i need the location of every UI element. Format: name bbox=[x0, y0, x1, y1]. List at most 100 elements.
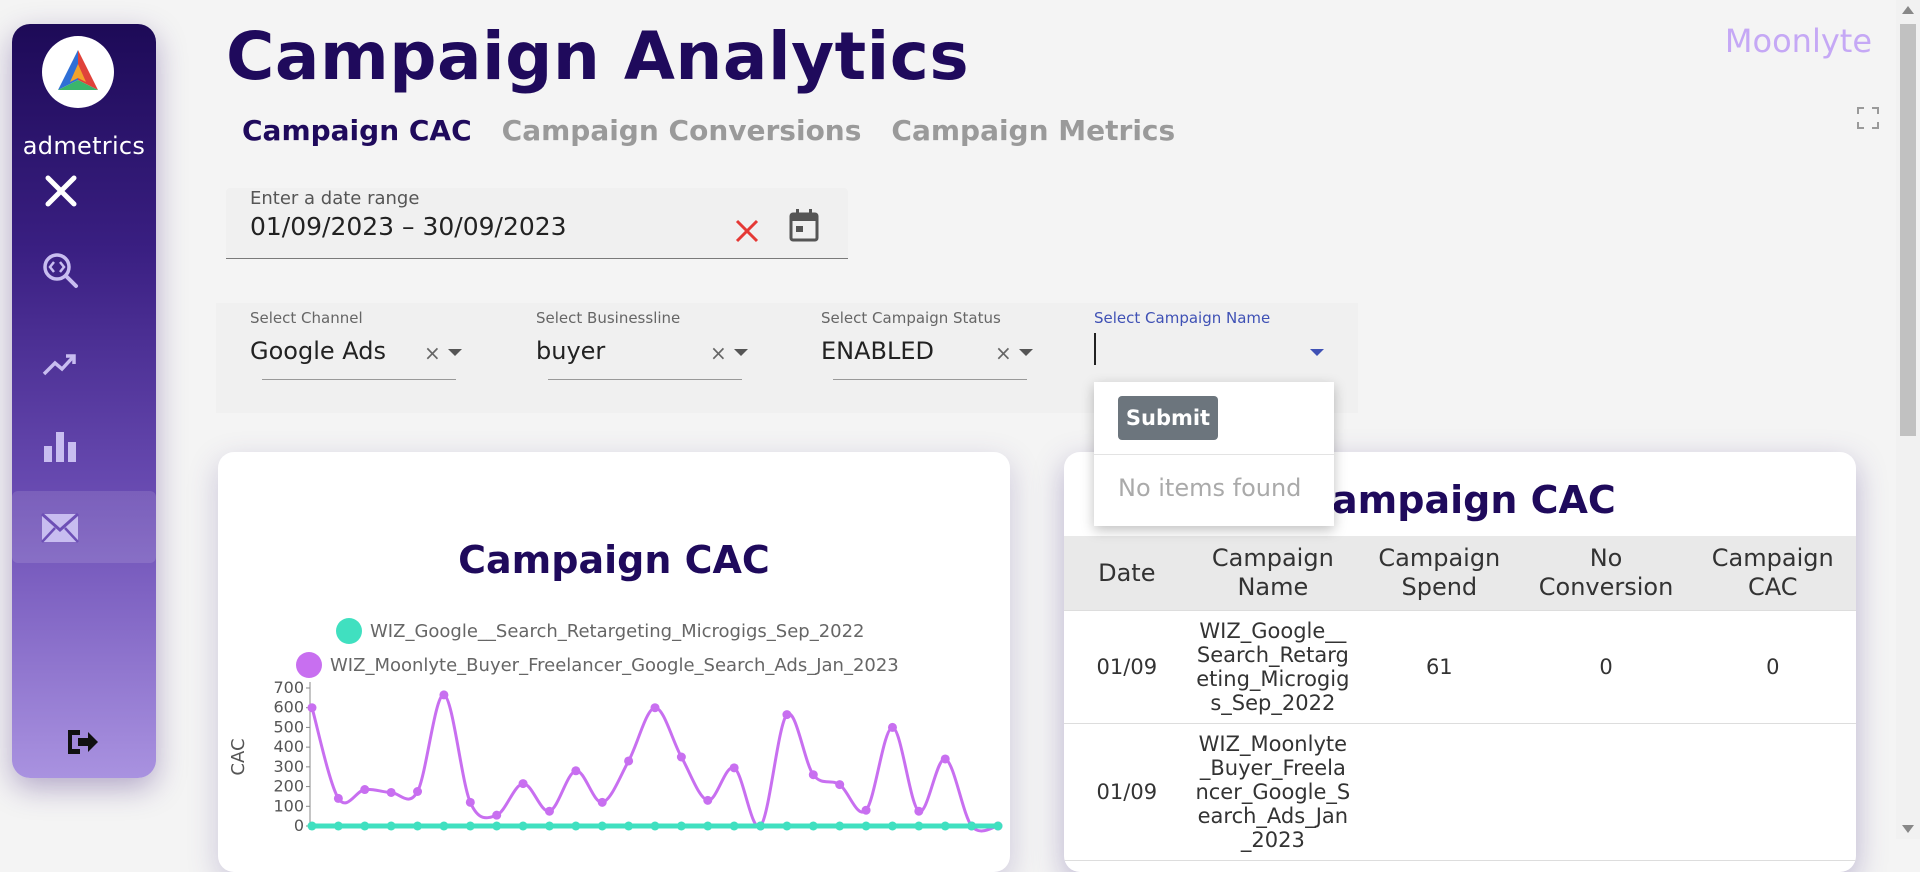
data-point-series-2 bbox=[360, 785, 370, 795]
businessline-chevron-down-icon[interactable] bbox=[734, 349, 748, 356]
mail-icon[interactable] bbox=[40, 508, 80, 548]
tab-bar: Campaign CAC Campaign Conversions Campai… bbox=[242, 114, 1175, 147]
y-tick-label: 700 bbox=[273, 678, 304, 697]
data-point-series-2 bbox=[782, 710, 792, 720]
tab-campaign-metrics[interactable]: Campaign Metrics bbox=[891, 114, 1175, 147]
data-point-series-1 bbox=[307, 821, 317, 831]
data-point-series-2 bbox=[703, 795, 713, 805]
data-point-series-1 bbox=[624, 821, 634, 831]
data-point-series-1 bbox=[597, 821, 607, 831]
channel-value[interactable]: Google Ads bbox=[250, 337, 386, 365]
cell-campaign-name: WIZ_Google__Search_Retargeting_Microgigs… bbox=[1189, 610, 1357, 724]
data-point-series-2 bbox=[861, 805, 871, 815]
data-point-series-2 bbox=[914, 806, 924, 816]
column-header-campaign-name[interactable]: Campaign Name bbox=[1189, 536, 1357, 611]
data-point-series-1 bbox=[808, 821, 818, 831]
campaign-status-chevron-down-icon[interactable] bbox=[1019, 349, 1033, 356]
data-point-series-2 bbox=[333, 793, 343, 803]
close-icon[interactable] bbox=[42, 172, 80, 210]
y-tick-label: 200 bbox=[273, 777, 304, 796]
column-header-campaign-spend[interactable]: Campaign Spend bbox=[1356, 536, 1523, 611]
data-point-series-1 bbox=[729, 821, 739, 831]
date-range-field[interactable]: Enter a date range 01/09/2023 – 30/09/20… bbox=[226, 188, 848, 259]
brand-name: Moonlyte bbox=[1724, 22, 1872, 60]
column-header-campaign-cac[interactable]: Campaign CAC bbox=[1689, 536, 1856, 611]
dropdown-divider bbox=[1094, 454, 1334, 455]
data-point-series-1 bbox=[465, 821, 475, 831]
channel-underline bbox=[262, 379, 456, 380]
y-tick-label: 100 bbox=[273, 796, 304, 815]
cell-campaign-name: WIZ_Moonlyte_Buyer_Freelancer_Google_Sea… bbox=[1189, 723, 1357, 861]
campaign-name-label: Select Campaign Name bbox=[1094, 309, 1271, 327]
column-header-date[interactable]: Date bbox=[1064, 536, 1190, 611]
data-point-series-1 bbox=[967, 821, 977, 831]
cell-date: 01/09 bbox=[1064, 610, 1190, 724]
calendar-icon[interactable] bbox=[788, 208, 820, 242]
y-axis-title: CAC bbox=[228, 738, 249, 775]
data-point-series-1 bbox=[782, 821, 792, 831]
data-point-series-2 bbox=[940, 754, 950, 764]
data-point-series-1 bbox=[861, 821, 871, 831]
data-point-series-1 bbox=[518, 821, 528, 831]
logo-text: admetrics bbox=[22, 132, 146, 160]
clear-date-icon[interactable] bbox=[734, 218, 760, 244]
column-header-no-conversion[interactable]: No Conversion bbox=[1522, 536, 1690, 611]
cell-date: 01/09 bbox=[1064, 723, 1190, 861]
data-point-series-2 bbox=[386, 787, 396, 797]
page-scrollbar[interactable] bbox=[1896, 0, 1920, 839]
channel-clear-icon[interactable]: × bbox=[424, 341, 441, 365]
businessline-value[interactable]: buyer bbox=[536, 337, 605, 365]
scrollbar-thumb[interactable] bbox=[1900, 24, 1916, 436]
data-point-series-2 bbox=[544, 806, 554, 816]
data-point-series-1 bbox=[439, 821, 449, 831]
data-point-series-2 bbox=[492, 810, 502, 820]
scroll-down-arrow-icon[interactable] bbox=[1902, 825, 1914, 833]
cell-campaign-cac: 0 bbox=[1689, 610, 1856, 724]
sidebar: admetrics bbox=[12, 24, 156, 778]
date-range-value[interactable]: 01/09/2023 – 30/09/2023 bbox=[250, 212, 567, 241]
y-tick-label: 600 bbox=[273, 698, 304, 717]
bar-chart-icon[interactable] bbox=[40, 426, 80, 466]
scroll-up-arrow-icon[interactable] bbox=[1902, 6, 1914, 14]
table-row[interactable]: 01/09 WIZ_Moonlyte_Buyer_Freelancer_Goog… bbox=[1064, 723, 1856, 861]
campaign-status-clear-icon[interactable]: × bbox=[995, 341, 1012, 365]
page-title: Campaign Analytics bbox=[226, 18, 970, 95]
data-point-series-2 bbox=[518, 779, 528, 789]
data-point-series-2 bbox=[887, 722, 897, 732]
data-point-series-1 bbox=[571, 821, 581, 831]
data-point-series-2 bbox=[729, 763, 739, 773]
data-point-series-1 bbox=[914, 821, 924, 831]
table-row[interactable]: 01/09 WIZ_Google__Search_Retargeting_Mic… bbox=[1064, 610, 1856, 724]
data-point-series-2 bbox=[597, 797, 607, 807]
data-point-series-1 bbox=[650, 821, 660, 831]
date-range-label: Enter a date range bbox=[250, 188, 420, 209]
submit-button[interactable]: Submit bbox=[1118, 396, 1218, 440]
cell-campaign-spend: 61 bbox=[1356, 610, 1523, 724]
data-point-series-1 bbox=[993, 821, 1003, 831]
data-point-series-2 bbox=[808, 770, 818, 780]
data-point-series-1 bbox=[413, 821, 423, 831]
admetrics-logo bbox=[42, 36, 114, 108]
sidebar-item-mail-active[interactable] bbox=[12, 491, 156, 563]
data-point-series-2 bbox=[413, 787, 423, 796]
y-tick-label: 0 bbox=[294, 816, 304, 835]
data-point-series-1 bbox=[492, 821, 502, 831]
businessline-clear-icon[interactable]: × bbox=[710, 341, 727, 365]
data-point-series-2 bbox=[624, 756, 634, 766]
campaign-status-value[interactable]: ENABLED bbox=[821, 337, 934, 365]
data-point-series-1 bbox=[835, 821, 845, 831]
campaign-name-input-cursor bbox=[1094, 333, 1096, 365]
campaign-status-underline bbox=[833, 379, 1027, 380]
fullscreen-icon[interactable] bbox=[1856, 106, 1880, 130]
logout-icon[interactable] bbox=[64, 724, 100, 760]
tab-campaign-conversions[interactable]: Campaign Conversions bbox=[502, 114, 862, 147]
search-code-icon[interactable] bbox=[40, 250, 80, 290]
tab-campaign-cac[interactable]: Campaign CAC bbox=[242, 114, 472, 147]
businessline-label: Select Businessline bbox=[536, 309, 681, 327]
campaign-name-chevron-down-icon[interactable] bbox=[1310, 349, 1324, 356]
trending-up-icon[interactable] bbox=[40, 344, 80, 384]
data-point-series-1 bbox=[333, 821, 343, 831]
data-point-series-2 bbox=[835, 780, 845, 790]
channel-chevron-down-icon[interactable] bbox=[448, 349, 462, 356]
no-items-message: No items found bbox=[1118, 474, 1302, 502]
